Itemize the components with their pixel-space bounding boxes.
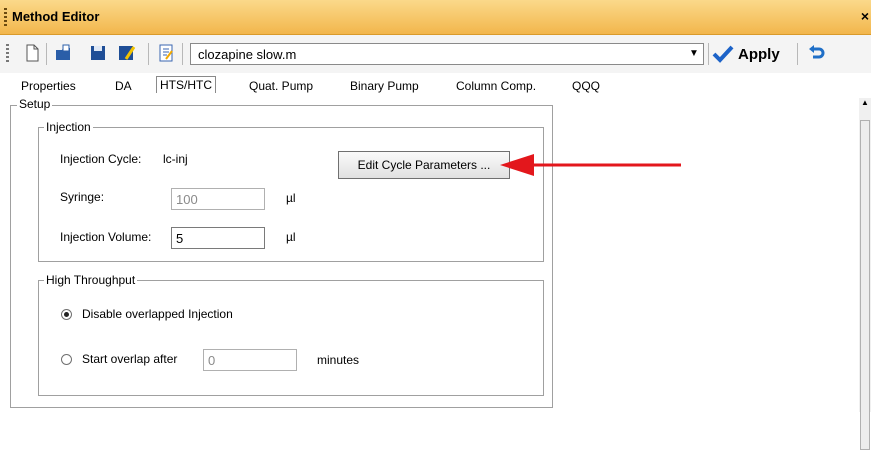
open-folder-icon[interactable]	[54, 43, 74, 63]
start-overlap-radio[interactable]	[61, 354, 72, 365]
scrollbar-thumb[interactable]	[860, 120, 870, 450]
tab-quat-pump[interactable]: Quat. Pump	[249, 79, 313, 93]
tab-column-comp[interactable]: Column Comp.	[456, 79, 536, 93]
injection-cycle-value: lc-inj	[163, 152, 188, 166]
vertical-scrollbar[interactable]: ▲	[859, 98, 871, 450]
tab-qqq[interactable]: QQQ	[572, 79, 600, 93]
tab-hts-htc[interactable]: HTS/HTC	[156, 76, 216, 93]
method-file-combobox[interactable]: clozapine slow.m ▼	[190, 43, 704, 65]
injection-volume-label: Injection Volume:	[60, 230, 152, 244]
tab-strip: Properties DA HTS/HTC Quat. Pump Binary …	[0, 74, 871, 98]
toolbar-separator	[148, 43, 149, 65]
method-file-value: clozapine slow.m	[198, 47, 297, 62]
annotation-arrow-icon	[500, 154, 681, 176]
dropdown-arrow-icon[interactable]: ▼	[685, 44, 703, 64]
window-title: Method Editor	[12, 9, 100, 24]
toolbar-grip[interactable]	[6, 44, 9, 64]
new-document-icon[interactable]	[22, 43, 42, 63]
title-bar: Method Editor ×	[0, 0, 871, 35]
apply-label: Apply	[738, 45, 780, 63]
start-overlap-label: Start overlap after	[82, 352, 178, 366]
syringe-unit: µl	[286, 191, 296, 205]
toolbar-separator	[46, 43, 47, 65]
toolbar-separator	[797, 43, 798, 65]
title-grip[interactable]	[4, 8, 7, 26]
save-icon[interactable]	[88, 43, 108, 63]
apply-button[interactable]: Apply	[712, 42, 780, 66]
high-throughput-legend: High Throughput	[44, 273, 138, 287]
toolbar-separator	[708, 43, 709, 65]
syringe-label: Syringe:	[60, 190, 105, 204]
injection-cycle-label: Injection Cycle:	[60, 152, 142, 166]
save-as-icon[interactable]	[116, 43, 136, 63]
injection-legend: Injection	[44, 120, 93, 134]
edit-cycle-parameters-button[interactable]: Edit Cycle Parameters ...	[338, 151, 510, 179]
high-throughput-group	[38, 280, 544, 396]
overlap-minutes-field[interactable]	[203, 349, 297, 371]
undo-icon[interactable]	[806, 43, 826, 63]
injection-volume-unit: µl	[286, 230, 296, 244]
toolbar-separator	[182, 43, 183, 65]
syringe-field[interactable]	[171, 188, 265, 210]
edit-notes-icon[interactable]	[156, 43, 176, 63]
injection-volume-field[interactable]	[171, 227, 265, 249]
tab-properties[interactable]: Properties	[21, 79, 76, 93]
disable-overlap-radio[interactable]	[61, 309, 72, 320]
tab-da[interactable]: DA	[115, 79, 132, 93]
tab-binary-pump[interactable]: Binary Pump	[350, 79, 419, 93]
overlap-minutes-unit: minutes	[317, 353, 360, 367]
close-icon[interactable]: ×	[861, 8, 869, 24]
disable-overlap-label: Disable overlapped Injection	[82, 307, 233, 321]
setup-legend: Setup	[17, 97, 53, 111]
checkmark-icon	[712, 45, 734, 63]
scroll-up-icon[interactable]: ▲	[861, 98, 869, 107]
